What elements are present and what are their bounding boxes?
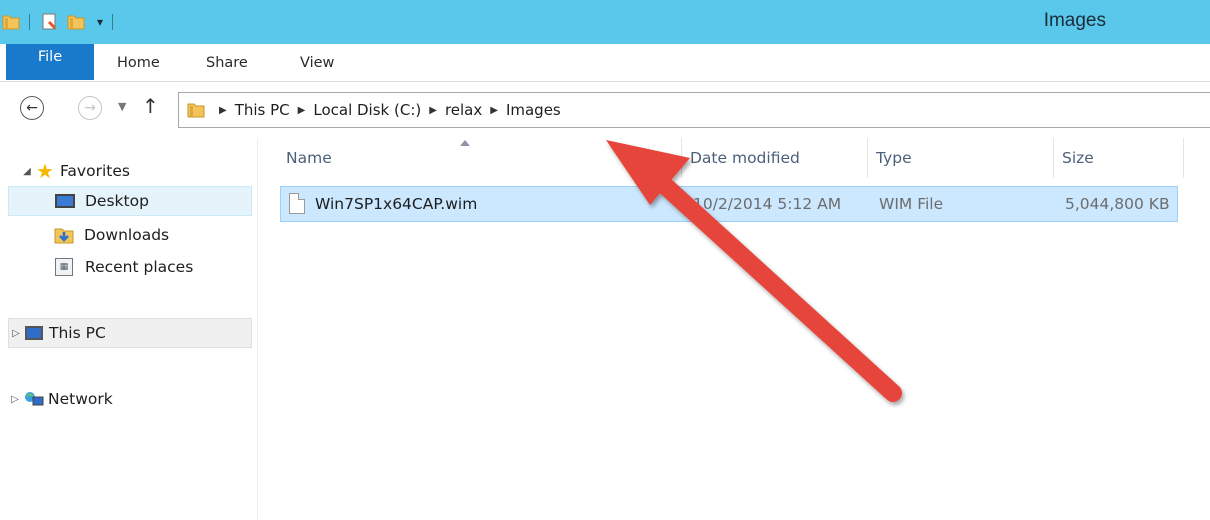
folder-icon <box>187 101 205 119</box>
toolbar-divider <box>29 14 30 30</box>
breadcrumb-relax[interactable]: relax <box>445 101 482 119</box>
expand-chevron-icon[interactable]: ◢ <box>20 166 34 177</box>
back-arrow-icon: ← <box>26 100 38 116</box>
navigation-pane: ◢ ★ Favorites Desktop Downloads ▦ Recent… <box>0 138 258 520</box>
nav-desktop-label: Desktop <box>85 192 149 210</box>
nav-recent-places-label: Recent places <box>85 258 194 276</box>
up-button[interactable]: ↑ <box>142 94 159 118</box>
expand-chevron-icon[interactable]: ▷ <box>8 394 22 405</box>
nav-network[interactable]: ▷ Network <box>8 384 252 414</box>
nav-network-label: Network <box>48 390 113 408</box>
breadcrumb-this-pc[interactable]: This PC <box>235 101 290 119</box>
back-button[interactable]: ← <box>20 96 44 120</box>
nav-desktop[interactable]: Desktop <box>8 186 252 216</box>
breadcrumb-chevron-icon[interactable]: ▶ <box>298 105 306 116</box>
tab-share[interactable]: Share <box>206 55 248 71</box>
nav-downloads[interactable]: Downloads <box>8 220 252 250</box>
properties-icon[interactable] <box>41 13 59 31</box>
title-bar: ▾ Images <box>0 0 1210 44</box>
column-header-name[interactable]: Name <box>278 138 682 178</box>
folder-icon[interactable] <box>2 13 20 31</box>
file-size: 5,044,800 KB <box>1065 195 1170 213</box>
downloads-icon <box>54 225 74 245</box>
column-header-date-modified[interactable]: Date modified <box>682 138 868 178</box>
up-arrow-icon: ↑ <box>142 94 159 118</box>
nav-favorites-label: Favorites <box>59 162 130 180</box>
file-date-modified: 10/2/2014 5:12 AM <box>693 195 842 213</box>
navigation-bar: ← → ▼ ↑ ▶ This PC ▶ Local Disk (C:) ▶ re… <box>0 82 1210 138</box>
customize-toolbar-icon[interactable]: ▾ <box>97 15 103 29</box>
breadcrumb-local-disk[interactable]: Local Disk (C:) <box>313 101 421 119</box>
new-folder-icon[interactable] <box>67 13 85 31</box>
recent-places-icon: ▦ <box>55 258 73 276</box>
file-row[interactable]: Win7SP1x64CAP.wim 10/2/2014 5:12 AM WIM … <box>280 186 1178 222</box>
breadcrumb-chevron-icon[interactable]: ▶ <box>219 105 227 116</box>
breadcrumb-chevron-icon[interactable]: ▶ <box>490 105 498 116</box>
nav-this-pc-label: This PC <box>49 324 106 342</box>
column-header-size[interactable]: Size <box>1054 138 1184 178</box>
tab-view[interactable]: View <box>300 55 334 71</box>
star-icon: ★ <box>36 159 54 183</box>
window-title: Images <box>1043 10 1106 31</box>
toolbar-divider <box>112 14 114 30</box>
tab-home[interactable]: Home <box>117 55 160 71</box>
address-bar[interactable]: ▶ This PC ▶ Local Disk (C:) ▶ relax ▶ Im… <box>178 92 1210 128</box>
ribbon-tabs: File Home Share View <box>0 44 1210 82</box>
nav-favorites[interactable]: ◢ ★ Favorites <box>20 156 250 186</box>
nav-recent-places[interactable]: ▦ Recent places <box>8 252 252 282</box>
network-icon <box>24 390 44 408</box>
expand-chevron-icon[interactable]: ▷ <box>9 328 23 339</box>
tab-file[interactable]: File <box>6 44 94 80</box>
column-header-type[interactable]: Type <box>868 138 1054 178</box>
recent-locations-chevron-icon[interactable]: ▼ <box>118 100 126 113</box>
desktop-icon <box>55 194 75 208</box>
computer-icon <box>25 326 43 340</box>
nav-this-pc[interactable]: ▷ This PC <box>8 318 252 348</box>
file-name: Win7SP1x64CAP.wim <box>315 195 478 213</box>
quick-access-toolbar: ▾ <box>0 8 122 36</box>
forward-button[interactable]: → <box>78 96 102 120</box>
nav-downloads-label: Downloads <box>84 226 170 244</box>
file-icon <box>289 193 305 214</box>
breadcrumb-images[interactable]: Images <box>506 101 561 119</box>
file-type: WIM File <box>879 195 944 213</box>
breadcrumb-chevron-icon[interactable]: ▶ <box>429 105 437 116</box>
sort-ascending-icon <box>460 140 470 146</box>
forward-arrow-icon: → <box>84 100 96 116</box>
